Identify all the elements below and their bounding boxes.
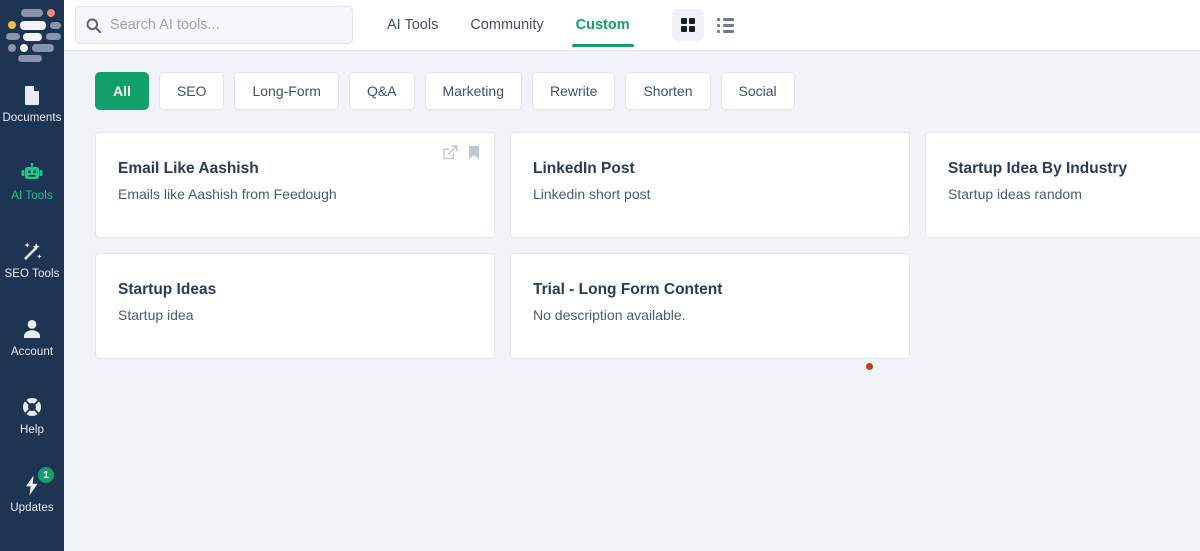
document-icon [21, 84, 43, 106]
sidebar: Documents AI Tools [0, 0, 64, 551]
card-title: Trial - Long Form Content [533, 280, 887, 300]
app-logo[interactable] [0, 0, 64, 60]
card-title: LinkedIn Post [533, 159, 887, 179]
card-title: Startup Ideas [118, 280, 472, 300]
sidebar-item-label: AI Tools [11, 190, 53, 203]
sidebar-item-ai-tools[interactable]: AI Tools [0, 155, 64, 209]
search-input[interactable] [110, 17, 342, 33]
tool-card[interactable]: Startup Ideas Startup idea [95, 253, 495, 359]
sidebar-item-label: Help [20, 424, 44, 437]
search-icon [86, 18, 101, 33]
filter-social[interactable]: Social [721, 72, 795, 110]
grid-view-button[interactable] [672, 9, 704, 41]
tab-ai-tools[interactable]: AI Tools [371, 0, 454, 51]
top-tabs: AI Tools Community Custom [371, 0, 646, 51]
filter-rewrite[interactable]: Rewrite [532, 72, 615, 110]
sidebar-item-label: SEO Tools [4, 268, 59, 281]
user-icon [21, 318, 43, 340]
life-ring-icon [21, 396, 43, 418]
card-description: Linkedin short post [533, 185, 887, 204]
card-description: No description available. [533, 306, 887, 325]
bookmark-icon[interactable] [468, 145, 480, 160]
filter-marketing[interactable]: Marketing [425, 72, 522, 110]
sidebar-item-help[interactable]: Help [0, 389, 64, 443]
list-icon [717, 18, 734, 33]
sidebar-item-label: Account [11, 346, 53, 359]
sidebar-item-updates[interactable]: 1 Updates [0, 467, 64, 521]
filter-qa[interactable]: Q&A [349, 72, 415, 110]
sidebar-item-label: Documents [2, 112, 61, 125]
filter-long-form[interactable]: Long-Form [234, 72, 338, 110]
filter-seo[interactable]: SEO [159, 72, 225, 110]
sidebar-item-seo-tools[interactable]: SEO Tools [0, 233, 64, 287]
main-area: AI Tools Community Custom [64, 0, 1200, 551]
card-description: Emails like Aashish from Feedough [118, 185, 472, 204]
tab-custom[interactable]: Custom [560, 0, 646, 51]
tab-community[interactable]: Community [454, 0, 559, 51]
updates-badge: 1 [37, 466, 55, 484]
view-toggles [672, 9, 742, 41]
card-title: Startup Idea By Industry [948, 159, 1200, 179]
filter-shorten[interactable]: Shorten [625, 72, 710, 110]
search-box[interactable] [75, 6, 353, 44]
tool-card[interactable]: Email Like Aashish Emails like Aashish f… [95, 132, 495, 238]
loading-indicator-dot [866, 363, 873, 370]
filter-bar: All SEO Long-Form Q&A Marketing Rewrite … [95, 72, 1200, 110]
sidebar-item-account[interactable]: Account [0, 311, 64, 365]
tool-card[interactable]: Trial - Long Form Content No description… [510, 253, 910, 359]
sidebar-item-documents[interactable]: Documents [0, 77, 64, 131]
edit-external-icon[interactable] [443, 145, 458, 160]
content-area: All SEO Long-Form Q&A Marketing Rewrite … [64, 51, 1200, 551]
tool-card-grid: Email Like Aashish Emails like Aashish f… [95, 132, 1200, 359]
topbar: AI Tools Community Custom [64, 0, 1200, 51]
sidebar-item-label: Updates [10, 502, 54, 515]
filter-all[interactable]: All [95, 72, 149, 110]
grid-icon [681, 18, 695, 32]
card-description: Startup idea [118, 306, 472, 325]
list-view-button[interactable] [710, 9, 742, 41]
card-actions [443, 145, 480, 160]
card-description: Startup ideas random [948, 185, 1200, 204]
robot-icon [21, 162, 43, 184]
card-title: Email Like Aashish [118, 159, 472, 179]
tool-card[interactable]: Startup Idea By Industry Startup ideas r… [925, 132, 1200, 238]
app-root: Documents AI Tools [0, 0, 1200, 551]
tool-card[interactable]: LinkedIn Post Linkedin short post [510, 132, 910, 238]
tools-icon [21, 240, 43, 262]
